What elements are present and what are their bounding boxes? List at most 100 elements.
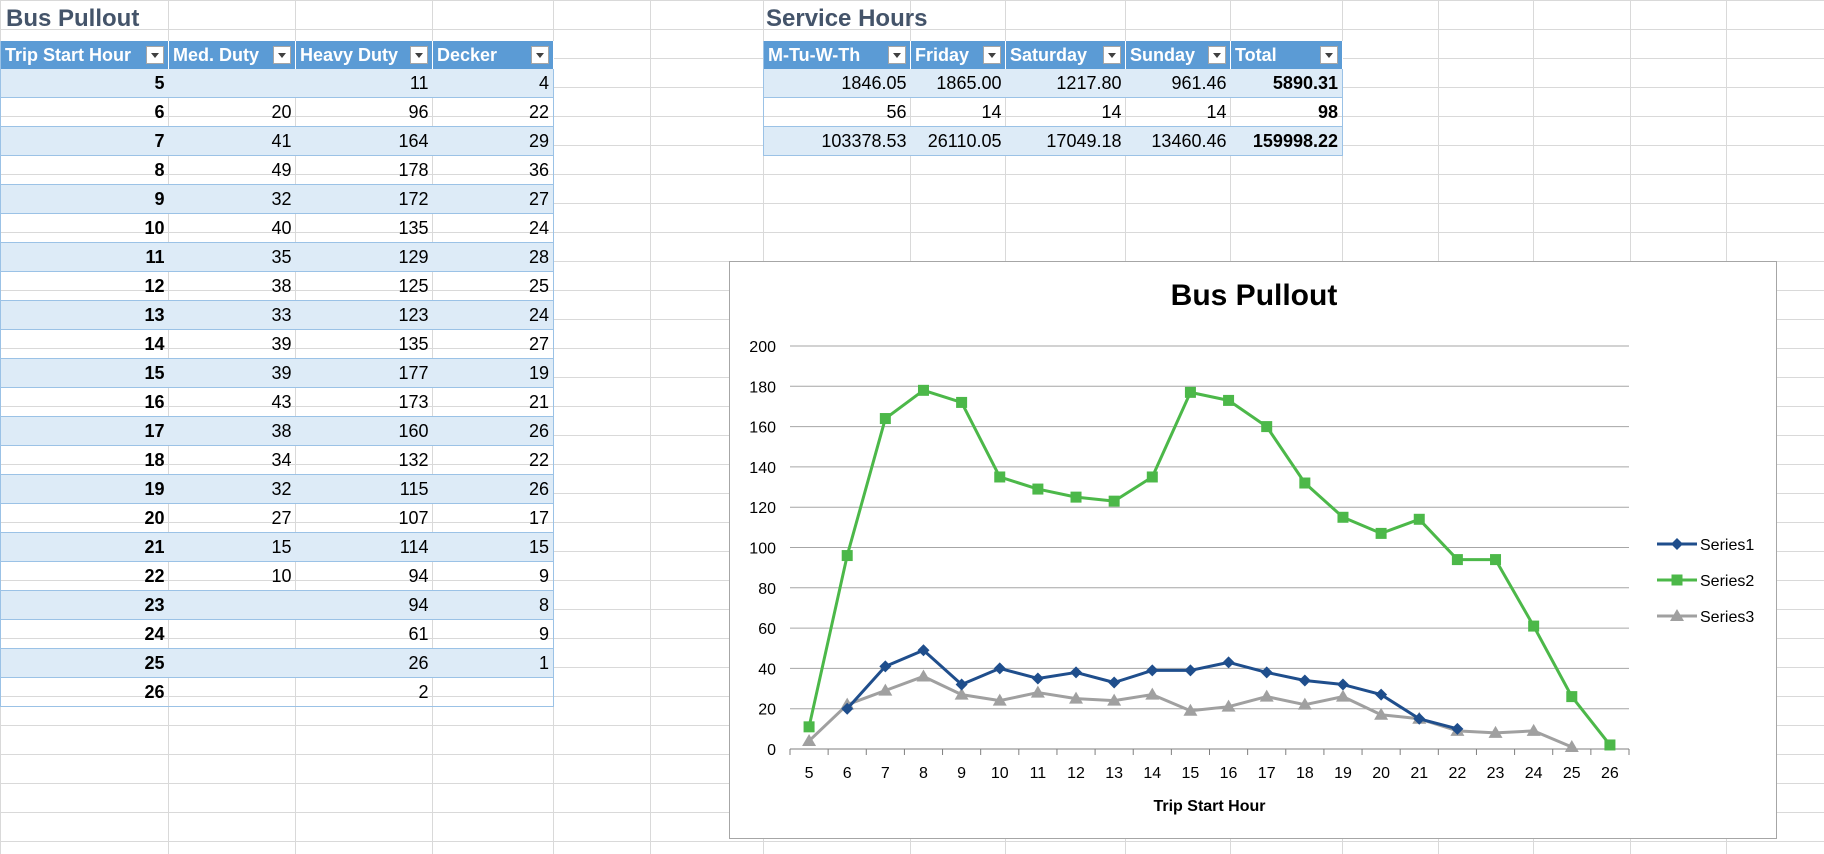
filter-dropdown-icon[interactable]	[146, 46, 164, 64]
table-cell[interactable]: 36	[433, 156, 554, 185]
table-cell[interactable]: 17	[433, 504, 554, 533]
table-cell[interactable]: 12	[1, 272, 169, 301]
table-cell[interactable]	[169, 678, 296, 707]
table-cell[interactable]: 17049.18	[1005, 126, 1126, 156]
table-cell[interactable]: 5	[0, 69, 169, 98]
table-cell[interactable]: 41	[168, 126, 296, 156]
table-cell[interactable]: 28	[432, 242, 554, 272]
table-cell[interactable]: 40	[169, 214, 296, 243]
column-header-m-tu-w-th[interactable]: M-Tu-W-Th	[763, 41, 911, 69]
filter-dropdown-icon[interactable]	[1103, 46, 1121, 64]
table-cell[interactable]: 19	[432, 358, 554, 388]
table-cell[interactable]: 129	[295, 242, 433, 272]
table-cell[interactable]: 22	[1, 562, 169, 591]
filter-dropdown-icon[interactable]	[531, 46, 549, 64]
table-cell[interactable]: 61	[296, 620, 433, 649]
table-cell[interactable]: 22	[433, 446, 554, 475]
table-cell[interactable]	[168, 69, 296, 98]
table-cell[interactable]: 5890.31	[1230, 69, 1343, 98]
table-cell[interactable]: 4	[432, 69, 554, 98]
table-cell[interactable]: 43	[169, 388, 296, 417]
table-cell[interactable]: 96	[296, 98, 433, 127]
table-cell[interactable]: 26	[432, 416, 554, 446]
table-cell[interactable]: 160	[295, 416, 433, 446]
column-header-trip-start-hour[interactable]: Trip Start Hour	[0, 41, 169, 69]
table-cell[interactable]: 135	[296, 330, 433, 359]
table-cell[interactable]: 9	[433, 562, 554, 591]
table-cell[interactable]: 24	[1, 620, 169, 649]
table-cell[interactable]: 1865.00	[910, 69, 1006, 98]
table-cell[interactable]: 22	[433, 98, 554, 127]
table-cell[interactable]: 29	[432, 126, 554, 156]
table-cell[interactable]: 27	[433, 330, 554, 359]
table-cell[interactable]: 132	[296, 446, 433, 475]
table-cell[interactable]: 33	[168, 300, 296, 330]
table-cell[interactable]: 26	[1, 678, 169, 707]
table-cell[interactable]: 38	[169, 272, 296, 301]
table-cell[interactable]: 125	[296, 272, 433, 301]
table-cell[interactable]: 34	[169, 446, 296, 475]
table-cell[interactable]: 21	[0, 532, 169, 562]
filter-dropdown-icon[interactable]	[410, 46, 428, 64]
table-cell[interactable]: 10	[1, 214, 169, 243]
table-cell[interactable]: 14	[1, 330, 169, 359]
table-cell[interactable]: 25	[433, 272, 554, 301]
table-cell[interactable]: 20	[1, 504, 169, 533]
column-header-heavy-duty[interactable]: Heavy Duty	[295, 41, 433, 69]
table-cell[interactable]: 172	[295, 184, 433, 214]
table-cell[interactable]: 15	[432, 532, 554, 562]
table-cell[interactable]: 26	[295, 648, 433, 678]
column-header-total[interactable]: Total	[1230, 41, 1343, 69]
table-cell[interactable]: 103378.53	[763, 126, 911, 156]
table-cell[interactable]: 94	[296, 562, 433, 591]
table-cell[interactable]	[169, 620, 296, 649]
table-cell[interactable]: 17	[0, 416, 169, 446]
table-cell[interactable]	[168, 590, 296, 620]
table-cell[interactable]: 1217.80	[1005, 69, 1126, 98]
column-header-saturday[interactable]: Saturday	[1005, 41, 1126, 69]
table-cell[interactable]	[168, 648, 296, 678]
table-cell[interactable]: 107	[296, 504, 433, 533]
table-cell[interactable]: 961.46	[1125, 69, 1231, 98]
table-cell[interactable]: 6	[1, 98, 169, 127]
table-cell[interactable]: 14	[1126, 98, 1231, 127]
table-cell[interactable]: 1	[432, 648, 554, 678]
table-cell[interactable]: 115	[295, 474, 433, 504]
table-cell[interactable]: 27	[432, 184, 554, 214]
table-cell[interactable]: 35	[168, 242, 296, 272]
table-cell[interactable]: 16	[1, 388, 169, 417]
filter-dropdown-icon[interactable]	[983, 46, 1001, 64]
table-cell[interactable]: 94	[295, 590, 433, 620]
table-cell[interactable]: 8	[1, 156, 169, 185]
filter-dropdown-icon[interactable]	[1208, 46, 1226, 64]
column-header-sunday[interactable]: Sunday	[1125, 41, 1231, 69]
table-cell[interactable]: 49	[169, 156, 296, 185]
table-cell[interactable]: 14	[1006, 98, 1126, 127]
table-cell[interactable]: 24	[433, 214, 554, 243]
filter-dropdown-icon[interactable]	[888, 46, 906, 64]
table-cell[interactable]: 13460.46	[1125, 126, 1231, 156]
filter-dropdown-icon[interactable]	[1320, 46, 1338, 64]
table-cell[interactable]: 9	[0, 184, 169, 214]
table-cell[interactable]: 26	[432, 474, 554, 504]
table-cell[interactable]: 9	[433, 620, 554, 649]
table-cell[interactable]: 32	[168, 184, 296, 214]
column-header-decker[interactable]: Decker	[432, 41, 554, 69]
table-cell[interactable]: 1846.05	[763, 69, 911, 98]
table-cell[interactable]: 178	[296, 156, 433, 185]
table-cell[interactable]: 21	[433, 388, 554, 417]
table-cell[interactable]: 114	[295, 532, 433, 562]
table-cell[interactable]: 159998.22	[1230, 126, 1343, 156]
table-cell[interactable]: 38	[168, 416, 296, 446]
table-cell[interactable]: 19	[0, 474, 169, 504]
table-cell[interactable]	[433, 678, 554, 707]
table-cell[interactable]: 123	[295, 300, 433, 330]
table-cell[interactable]: 164	[295, 126, 433, 156]
column-header-friday[interactable]: Friday	[910, 41, 1006, 69]
table-cell[interactable]: 56	[764, 98, 911, 127]
table-cell[interactable]: 24	[432, 300, 554, 330]
table-cell[interactable]: 177	[295, 358, 433, 388]
filter-dropdown-icon[interactable]	[273, 46, 291, 64]
table-cell[interactable]: 135	[296, 214, 433, 243]
table-cell[interactable]: 11	[0, 242, 169, 272]
